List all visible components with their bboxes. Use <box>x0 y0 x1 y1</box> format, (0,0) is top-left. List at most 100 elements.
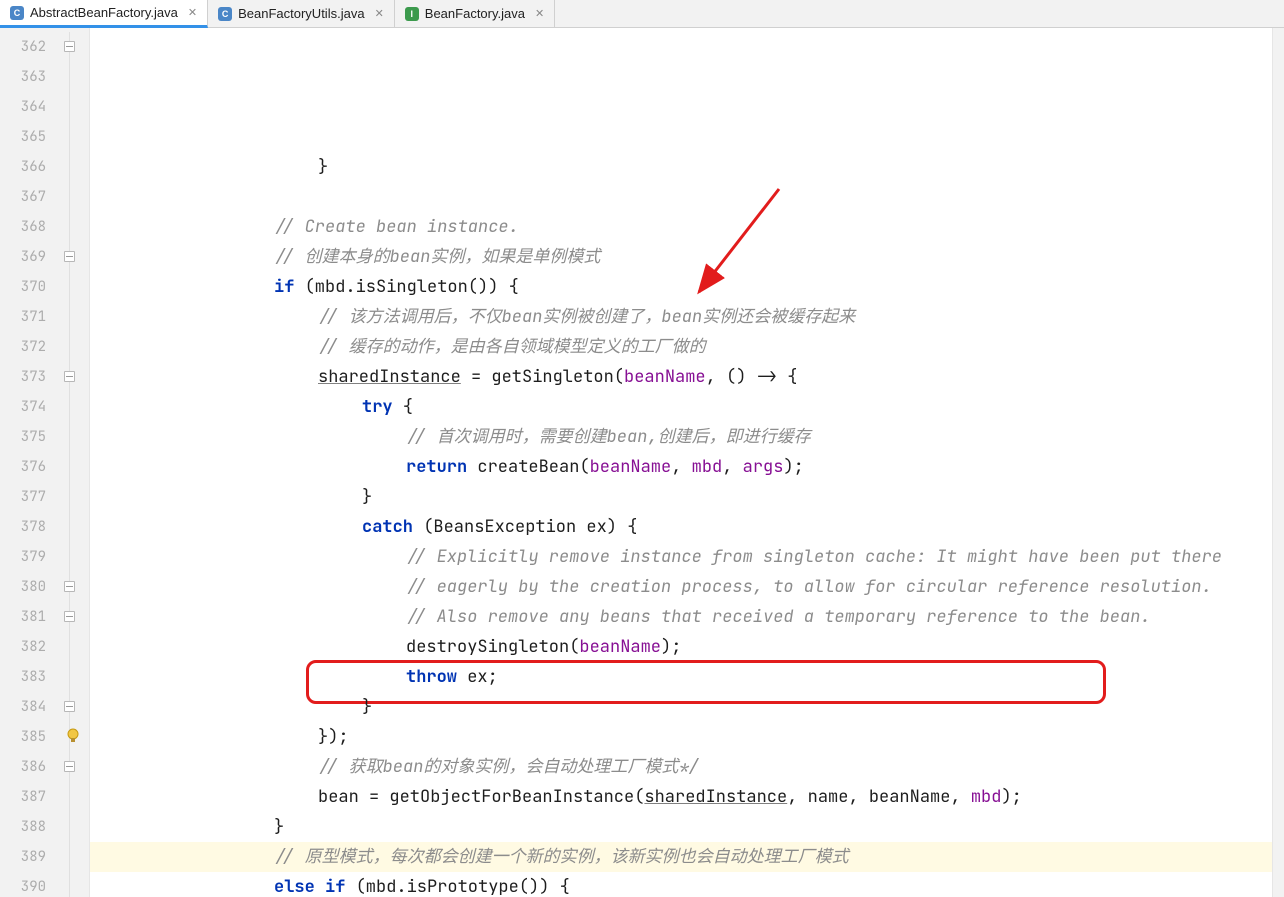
code-line[interactable]: bean = getObjectForBeanInstance(sharedIn… <box>90 782 1284 812</box>
close-icon[interactable]: ✕ <box>375 7 384 20</box>
line-number: 363 <box>0 62 60 92</box>
code-line[interactable]: }); <box>90 722 1284 752</box>
code-token: ); <box>661 636 681 658</box>
fold-slot <box>60 752 89 782</box>
tab-label: AbstractBeanFactory.java <box>30 5 178 20</box>
code-line[interactable]: // Also remove any beans that received a… <box>90 602 1284 632</box>
code-token: // 首次调用时，需要创建bean,创建后，即进行缓存 <box>406 426 811 448</box>
line-number: 378 <box>0 512 60 542</box>
code-editor[interactable]: 3623633643653663673683693703713723733743… <box>0 28 1284 897</box>
code-line[interactable]: else if (mbd.isPrototype()) { <box>90 872 1284 897</box>
code-token: (mbd.isSingleton()) { <box>294 276 518 298</box>
line-number: 385 <box>0 722 60 752</box>
fold-toggle-icon[interactable] <box>64 581 75 592</box>
code-line[interactable]: catch (BeansException ex) { <box>90 512 1284 542</box>
line-number: 365 <box>0 122 60 152</box>
fold-slot <box>60 362 89 392</box>
fold-slot <box>60 272 89 302</box>
code-line[interactable]: } <box>90 152 1284 182</box>
line-number: 383 <box>0 662 60 692</box>
code-token: beanName <box>579 636 661 658</box>
close-icon[interactable]: ✕ <box>535 7 544 20</box>
fold-toggle-icon[interactable] <box>64 371 75 382</box>
fold-column[interactable] <box>60 28 90 897</box>
fold-slot <box>60 212 89 242</box>
code-token: throw <box>406 666 457 688</box>
code-line[interactable]: throw ex; <box>90 662 1284 692</box>
editor-tab-0[interactable]: CAbstractBeanFactory.java✕ <box>0 0 208 28</box>
code-line[interactable]: sharedInstance = getSingleton(beanName, … <box>90 362 1284 392</box>
fold-slot <box>60 32 89 62</box>
fold-toggle-icon[interactable] <box>64 41 75 52</box>
code-token: mbd <box>971 786 1002 808</box>
fold-toggle-icon[interactable] <box>64 761 75 772</box>
code-line[interactable]: // Explicitly remove instance from singl… <box>90 542 1284 572</box>
code-token: // 创建本身的bean实例，如果是单例模式 <box>274 246 600 268</box>
fold-slot <box>60 422 89 452</box>
code-line[interactable]: } <box>90 812 1284 842</box>
line-number: 388 <box>0 812 60 842</box>
code-token: , name, beanName, <box>787 786 971 808</box>
line-number: 382 <box>0 632 60 662</box>
code-line[interactable] <box>90 182 1284 212</box>
line-number: 368 <box>0 212 60 242</box>
fold-slot <box>60 842 89 872</box>
fold-slot <box>60 392 89 422</box>
fold-toggle-icon[interactable] <box>64 701 75 712</box>
code-token: // 获取bean的对象实例，会自动处理工厂模式*/ <box>318 756 699 778</box>
code-line[interactable]: // 原型模式，每次都会创建一个新的实例，该新实例也会自动处理工厂模式 <box>90 842 1284 872</box>
fold-slot <box>60 662 89 692</box>
code-area[interactable]: } // Create bean instance. // 创建本身的bean实例，… <box>90 28 1284 897</box>
code-line[interactable]: // 首次调用时，需要创建bean,创建后，即进行缓存 <box>90 422 1284 452</box>
line-number: 369 <box>0 242 60 272</box>
code-token: try <box>362 396 393 418</box>
fold-slot <box>60 122 89 152</box>
line-number: 379 <box>0 542 60 572</box>
line-number: 380 <box>0 572 60 602</box>
code-line[interactable]: } <box>90 692 1284 722</box>
code-token: catch <box>362 516 413 538</box>
line-number: 373 <box>0 362 60 392</box>
close-icon[interactable]: ✕ <box>188 6 197 19</box>
fold-slot <box>60 512 89 542</box>
line-number: 362 <box>0 32 60 62</box>
file-type-icon: I <box>405 7 419 21</box>
code-line[interactable]: destroySingleton(beanName); <box>90 632 1284 662</box>
fold-toggle-icon[interactable] <box>64 251 75 262</box>
editor-tab-2[interactable]: I BeanFactory.java ✕ <box>395 0 555 27</box>
code-line[interactable]: // 该方法调用后，不仅bean实例被创建了，bean实例还会被缓存起来 <box>90 302 1284 332</box>
code-line[interactable]: // Create bean instance. <box>90 212 1284 242</box>
code-line[interactable]: } <box>90 482 1284 512</box>
code-line[interactable]: // eagerly by the creation process, to a… <box>90 572 1284 602</box>
code-token: } <box>274 816 284 838</box>
line-number: 375 <box>0 422 60 452</box>
line-number: 390 <box>0 872 60 897</box>
code-token: sharedInstance <box>644 786 787 808</box>
code-token: // 缓存的动作，是由各自领域模型定义的工厂做的 <box>318 336 706 358</box>
code-token: else if <box>274 876 345 897</box>
vertical-scrollbar[interactable] <box>1272 28 1284 897</box>
fold-slot <box>60 722 89 752</box>
code-line[interactable]: // 缓存的动作，是由各自领域模型定义的工厂做的 <box>90 332 1284 362</box>
fold-slot <box>60 92 89 122</box>
fold-slot <box>60 452 89 482</box>
fold-slot <box>60 62 89 92</box>
code-token: } <box>362 696 372 718</box>
code-token: ); <box>1001 786 1021 808</box>
intention-bulb-icon[interactable] <box>65 728 81 744</box>
code-line[interactable]: return createBean(beanName, mbd, args); <box>90 452 1284 482</box>
code-line[interactable]: try { <box>90 392 1284 422</box>
tab-label: BeanFactory.java <box>425 6 525 21</box>
code-line[interactable]: // 创建本身的bean实例，如果是单例模式 <box>90 242 1284 272</box>
code-line[interactable]: if (mbd.isSingleton()) { <box>90 272 1284 302</box>
code-line[interactable]: // 获取bean的对象实例，会自动处理工厂模式*/ <box>90 752 1284 782</box>
fold-slot <box>60 872 89 897</box>
line-number: 381 <box>0 602 60 632</box>
code-token: // Explicitly remove instance from singl… <box>406 546 1222 568</box>
editor-tab-1[interactable]: CBeanFactoryUtils.java✕ <box>208 0 395 27</box>
code-token: // Also remove any beans that received a… <box>406 606 1151 628</box>
code-token: sharedInstance <box>318 366 461 388</box>
fold-toggle-icon[interactable] <box>64 611 75 622</box>
fold-slot <box>60 152 89 182</box>
code-token: }); <box>318 726 349 748</box>
